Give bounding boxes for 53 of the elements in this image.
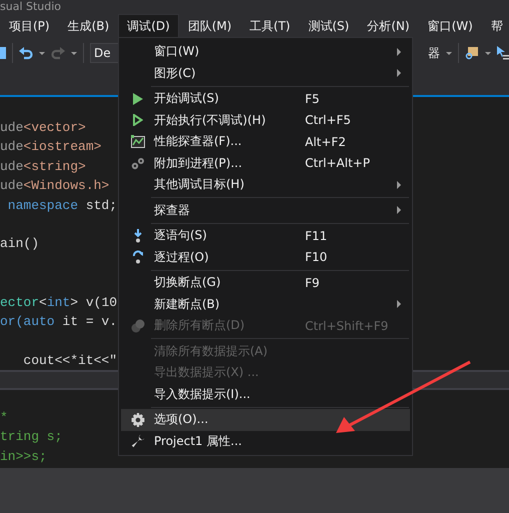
- code-line: *: [0, 410, 8, 425]
- debugger-combo[interactable]: 器: [428, 44, 440, 62]
- menu-bar-item[interactable]: 生成(B): [58, 14, 118, 38]
- step-over-icon: [132, 250, 144, 264]
- code-line: tring s;: [0, 429, 62, 444]
- breakpoints-icon: [130, 318, 144, 333]
- menu-bar-item[interactable]: 窗口(W): [418, 14, 482, 38]
- step-into-icon: [134, 228, 142, 243]
- menu-item[interactable]: 切换断点(G) F9: [121, 272, 410, 294]
- menu-bar-item[interactable]: 测试(S): [299, 14, 358, 38]
- settings-icon: [130, 412, 144, 427]
- play-outline-icon: [132, 114, 142, 126]
- menu-item[interactable]: 性能探查器(F)... Alt+F2: [121, 131, 410, 152]
- gears-icon: [130, 156, 144, 170]
- code-line: or(auto it = v.: [0, 314, 118, 329]
- menu-item[interactable]: 开始执行(不调试)(H) Ctrl+F5: [121, 110, 410, 131]
- pointer-icon[interactable]: [497, 46, 509, 60]
- code-line: ude<Windows.h>: [0, 178, 110, 194]
- menu-item[interactable]: 逐语句(S) F11: [121, 225, 410, 246]
- menu-bar-item[interactable]: 团队(M): [178, 14, 241, 38]
- code-line: ector<int> v(10: [0, 294, 118, 310]
- window-title: sual Studio: [0, 0, 62, 13]
- menu-item[interactable]: 探查器: [121, 200, 410, 221]
- menu-item[interactable]: 新建断点(B): [121, 294, 410, 315]
- menu-item[interactable]: 附加到进程(P)... Ctrl+Alt+P: [121, 152, 410, 174]
- menu-item[interactable]: 逐过程(O) F10: [121, 246, 410, 268]
- menu-bar-item[interactable]: 项目(P): [0, 14, 59, 38]
- code-line: cout<<*it<<": [22, 352, 118, 368]
- menu-item[interactable]: 其他调试目标(H): [121, 174, 410, 196]
- menu-bar-item[interactable]: 帮: [482, 14, 509, 38]
- caret-icon[interactable]: [446, 52, 452, 54]
- caret-icon[interactable]: [485, 52, 491, 54]
- menu-item[interactable]: 导入数据提示(I)...: [121, 384, 410, 405]
- menu-bar-item[interactable]: 分析(N): [358, 14, 419, 38]
- caret-icon[interactable]: [71, 52, 77, 54]
- code-line: ude<string>: [0, 158, 86, 174]
- code-line: namespace std;: [6, 198, 118, 213]
- code-line: in>>s;: [0, 448, 47, 464]
- chart-icon: [130, 135, 144, 148]
- menu-bar-item[interactable]: 调试(D): [118, 14, 179, 38]
- menu-item[interactable]: 选项(O)...: [121, 409, 410, 430]
- menu-item[interactable]: 图形(C): [121, 62, 410, 84]
- code-line: ain(): [0, 236, 40, 252]
- menu-bar-item[interactable]: 工具(T): [240, 14, 300, 38]
- caret-icon[interactable]: [39, 52, 45, 54]
- play-icon: [132, 92, 142, 105]
- wrench-icon: [130, 434, 144, 448]
- folder-search-icon[interactable]: [465, 46, 479, 60]
- code-line: ude<vector>: [0, 120, 86, 135]
- menu-item[interactable]: Project1 属性...: [121, 430, 410, 452]
- undo-icon[interactable]: [19, 46, 33, 60]
- menu-item[interactable]: 开始调试(S) F5: [121, 88, 410, 110]
- code-line: ude<iostream>: [0, 139, 102, 154]
